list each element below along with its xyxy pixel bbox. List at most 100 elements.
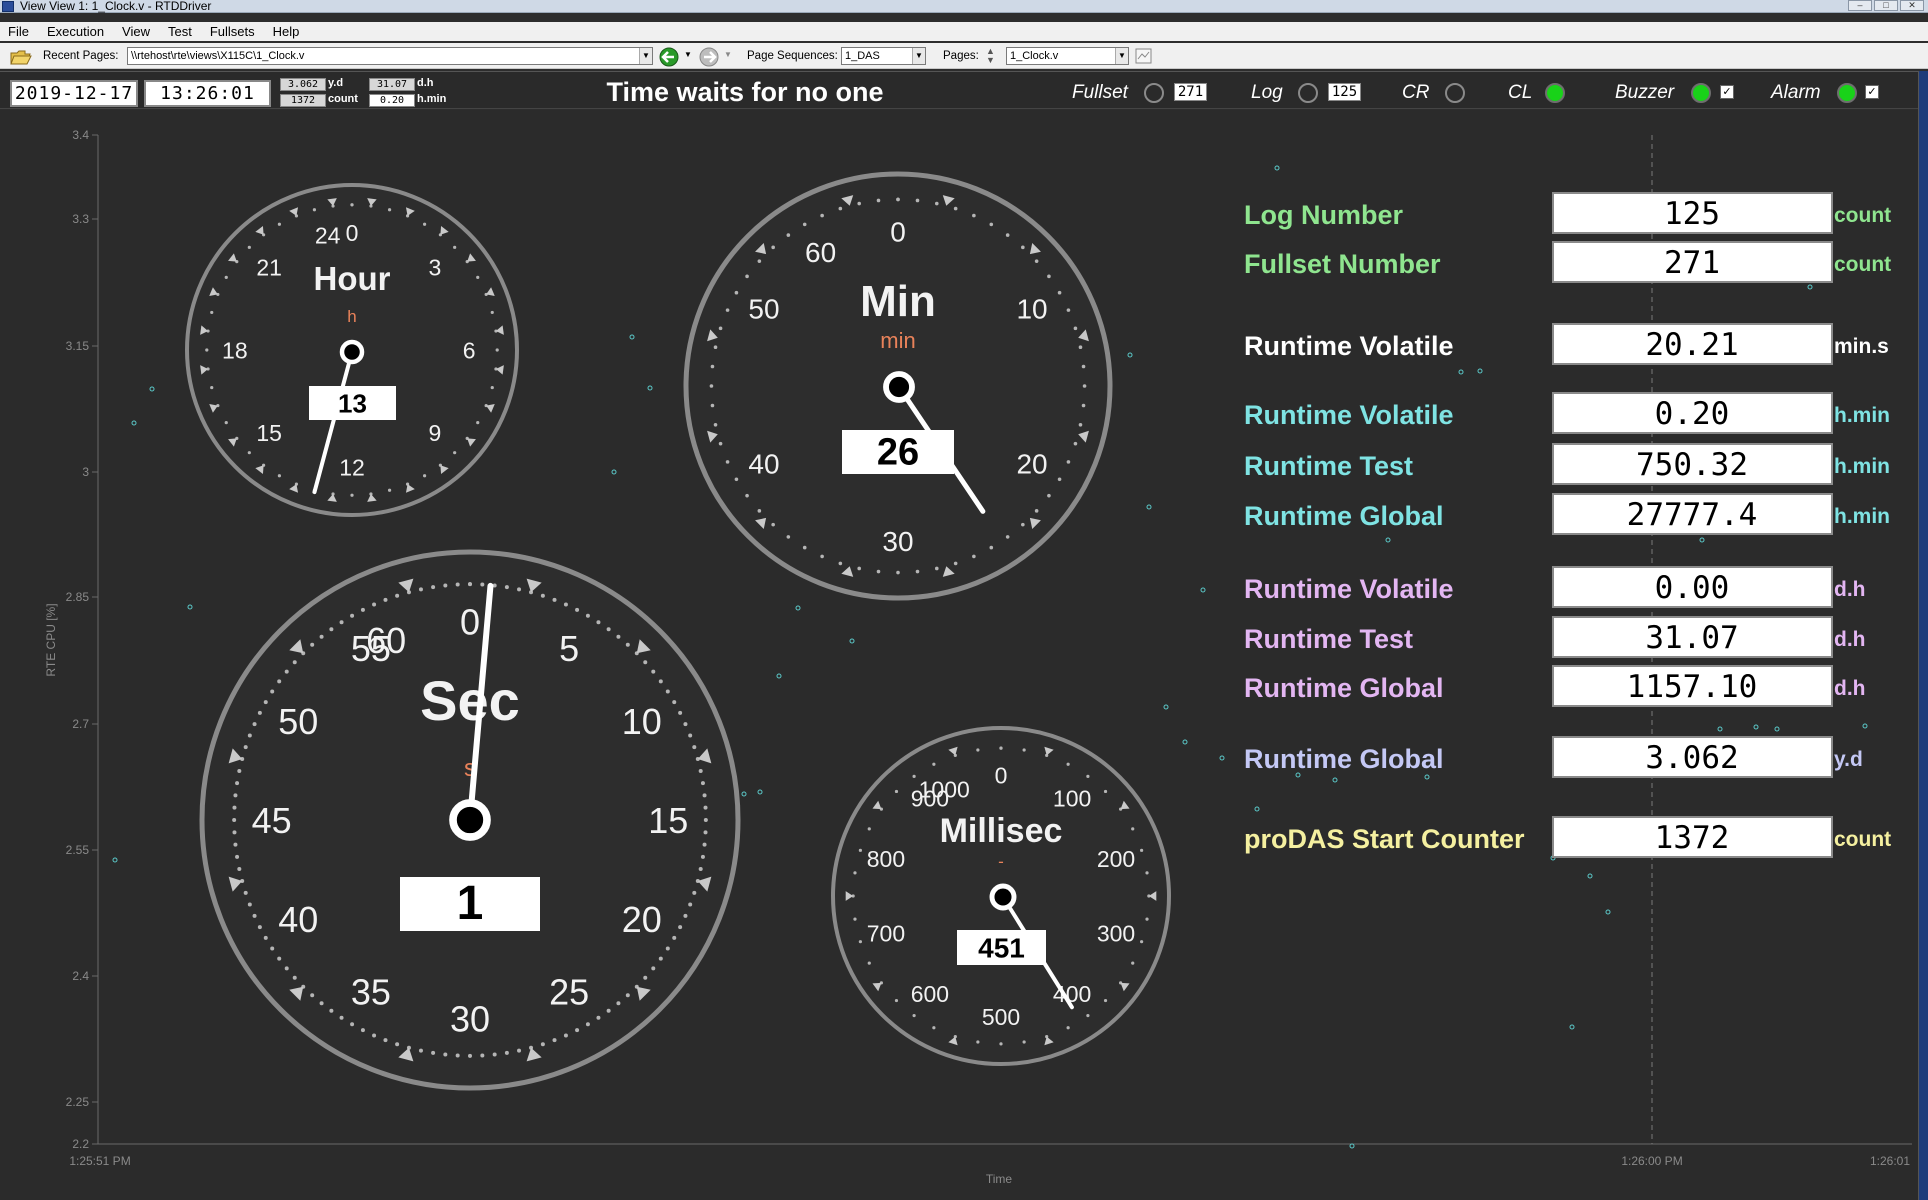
readout-row: Runtime Global 27777.4 h.min bbox=[1244, 493, 1890, 535]
readout-row: Log Number 125 count bbox=[1244, 192, 1891, 234]
back-dropdown-icon[interactable]: ▼ bbox=[684, 50, 692, 59]
app-icon bbox=[2, 1, 14, 12]
menu-file[interactable]: File bbox=[8, 24, 29, 39]
readout-value: 271 bbox=[1664, 245, 1720, 281]
maximize-button[interactable]: □ bbox=[1874, 0, 1898, 11]
recent-pages-label: Recent Pages: bbox=[43, 50, 119, 62]
cl-label: CL bbox=[1508, 82, 1533, 103]
readout-unit: y.d bbox=[1834, 748, 1863, 771]
readout-unit: count bbox=[1834, 204, 1891, 227]
readout-row: Runtime Global 3.062 y.d bbox=[1244, 736, 1863, 778]
readout-label: Runtime Test bbox=[1244, 624, 1413, 654]
readout-value: 1157.10 bbox=[1627, 669, 1758, 705]
readout-value: 0.00 bbox=[1655, 570, 1730, 606]
time-display: 13:26:01 bbox=[144, 80, 271, 107]
page-sequences-combo[interactable]: 1_DAS ▼ bbox=[841, 47, 926, 65]
readout-label: Runtime Volatile bbox=[1244, 574, 1454, 604]
log-led bbox=[1298, 83, 1318, 103]
readout-row: Runtime Global 1157.10 d.h bbox=[1244, 665, 1866, 707]
mini-unit-hmin: h.min bbox=[417, 93, 447, 105]
close-button[interactable]: ✕ bbox=[1900, 0, 1924, 11]
menu-view[interactable]: View bbox=[122, 24, 150, 39]
menu-help[interactable]: Help bbox=[273, 24, 300, 39]
readout-label: Log Number bbox=[1244, 200, 1403, 230]
pages-value: 1_Clock.v bbox=[1010, 50, 1059, 62]
alarm-checkbox[interactable]: ✓ bbox=[1865, 85, 1879, 99]
readout-row: Runtime Volatile 20.21 min.s bbox=[1244, 323, 1889, 365]
forward-dropdown-icon[interactable]: ▼ bbox=[724, 50, 732, 59]
fullset-count: 271 bbox=[1174, 83, 1207, 101]
readout-value: 750.32 bbox=[1636, 447, 1748, 483]
readout-unit: h.min bbox=[1834, 404, 1890, 427]
cr-label: CR bbox=[1402, 82, 1430, 103]
readout-label: proDAS Start Counter bbox=[1244, 824, 1525, 854]
clock-display: 3.4 3.3 3.15 3 2.85 2.7 2.55 2.4 2.25 2.2 RTE CPU … bbox=[0, 110, 1918, 1200]
cr-led bbox=[1445, 83, 1465, 103]
mini-unit-count: count bbox=[328, 93, 358, 105]
window-title: View View 1: 1_Clock.v - RTDDriver bbox=[20, 0, 212, 13]
readout-row: Runtime Volatile 0.20 h.min bbox=[1244, 392, 1890, 434]
page-banner: Time waits for no one bbox=[606, 77, 884, 107]
toolbar: Recent Pages: \\rtehost\rte\views\X115C\… bbox=[0, 43, 1928, 69]
readout-label: Runtime Test bbox=[1244, 451, 1413, 481]
alarm-led bbox=[1837, 83, 1857, 103]
buzzer-led bbox=[1691, 83, 1711, 103]
readout-label: Runtime Global bbox=[1244, 744, 1444, 774]
readout-value: 3.062 bbox=[1645, 740, 1738, 776]
page-sequences-value: 1_DAS bbox=[845, 50, 880, 62]
fullset-led bbox=[1144, 83, 1164, 103]
readout-value: 31.07 bbox=[1645, 620, 1738, 656]
menu-test[interactable]: Test bbox=[168, 24, 192, 39]
page-sequences-label: Page Sequences: bbox=[747, 50, 838, 62]
pages-label: Pages: bbox=[943, 50, 979, 62]
mini-unit-dh: d.h bbox=[417, 77, 434, 89]
readout-value: 125 bbox=[1664, 196, 1720, 232]
readout-value: 0.20 bbox=[1655, 396, 1730, 432]
log-label: Log bbox=[1251, 82, 1283, 103]
menu-execution[interactable]: Execution bbox=[47, 24, 104, 39]
window-controls: – □ ✕ bbox=[1848, 0, 1924, 12]
mini-value-hmin: 0.20 bbox=[369, 94, 415, 107]
mini-value-yd: 3.062 bbox=[280, 78, 326, 91]
readout-unit: min.s bbox=[1834, 335, 1889, 358]
readout-value: 20.21 bbox=[1645, 327, 1738, 363]
alarm-label: Alarm bbox=[1771, 82, 1821, 103]
readout-label: Runtime Volatile bbox=[1244, 331, 1454, 361]
forward-arrow-icon[interactable] bbox=[699, 47, 721, 67]
readout-panel: Log Number 125 count Fullset Number 271 count… bbox=[1244, 192, 1891, 858]
readout-unit: count bbox=[1834, 253, 1891, 276]
pages-combo[interactable]: 1_Clock.v ▼ bbox=[1006, 47, 1129, 65]
readout-value: 1372 bbox=[1655, 820, 1730, 856]
readout-label: Runtime Volatile bbox=[1244, 400, 1454, 430]
menu-fullsets[interactable]: Fullsets bbox=[210, 24, 255, 39]
mini-unit-yd: y.d bbox=[328, 77, 344, 89]
chevron-down-icon[interactable]: ▼ bbox=[1115, 48, 1128, 64]
chevron-down-icon[interactable]: ▼ bbox=[912, 48, 925, 64]
mini-value-count: 1372 bbox=[280, 94, 326, 107]
window-edge-bar bbox=[1918, 71, 1928, 1200]
readout-unit: d.h bbox=[1834, 677, 1866, 700]
log-count: 125 bbox=[1328, 83, 1361, 101]
readout-unit: d.h bbox=[1834, 578, 1866, 601]
readout-unit: count bbox=[1834, 828, 1891, 851]
spin-icon[interactable]: ▲ ▼ bbox=[986, 47, 995, 65]
buzzer-label: Buzzer bbox=[1615, 82, 1675, 103]
buzzer-checkbox[interactable]: ✓ bbox=[1720, 85, 1734, 99]
menu-bar: File Execution View Test Fullsets Help bbox=[0, 22, 1928, 41]
readout-label: Runtime Global bbox=[1244, 673, 1444, 703]
recent-pages-combo[interactable]: \\rtehost\rte\views\X115C\1_Clock.v ▼ bbox=[127, 47, 653, 65]
back-arrow-icon[interactable] bbox=[659, 47, 681, 67]
window-titlebar: View View 1: 1_Clock.v - RTDDriver – □ ✕ bbox=[0, 0, 1928, 13]
readout-row: Runtime Test 31.07 d.h bbox=[1244, 616, 1866, 658]
readout-row: Runtime Test 750.32 h.min bbox=[1244, 443, 1890, 485]
mini-value-dh: 31.07 bbox=[369, 78, 415, 91]
open-folder-icon[interactable] bbox=[10, 48, 32, 66]
readout-unit: h.min bbox=[1834, 505, 1890, 528]
minimize-button[interactable]: – bbox=[1848, 0, 1872, 11]
status-header: 2019-12-17 13:26:01 3.062 y.d 31.07 d.h … bbox=[0, 71, 1918, 109]
page-view-icon[interactable] bbox=[1135, 48, 1153, 65]
chevron-down-icon[interactable]: ▼ bbox=[639, 48, 652, 64]
cl-led bbox=[1545, 83, 1565, 103]
readout-row: proDAS Start Counter 1372 count bbox=[1244, 816, 1891, 858]
readout-row: Fullset Number 271 count bbox=[1244, 241, 1891, 283]
